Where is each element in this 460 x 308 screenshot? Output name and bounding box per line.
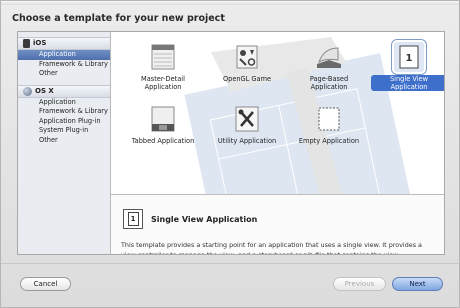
single-view-icon-number: 1: [406, 53, 413, 64]
window-top-edge: [1, 1, 459, 5]
utility-icon: [232, 104, 262, 134]
sidebar-header-osx: OS X: [18, 84, 110, 98]
page-based-icon: [314, 42, 344, 72]
desc-icon-number: 1: [127, 212, 139, 226]
tile-label: Empty Application: [298, 137, 360, 145]
sidebar-header-ios: iOS: [18, 37, 110, 50]
tile-label: Master-Detail Application: [141, 75, 185, 91]
sidebar-item-osx-application-plugin[interactable]: Application Plug-in: [18, 117, 110, 127]
divider: [1, 263, 459, 264]
sidebar-header-label: iOS: [33, 39, 47, 47]
master-detail-icon: [148, 42, 178, 72]
template-master-detail[interactable]: Master-Detail Application: [125, 42, 201, 91]
sidebar-item-osx-application[interactable]: Application: [18, 98, 110, 108]
template-tabbed[interactable]: Tabbed Application: [125, 104, 201, 145]
previous-button[interactable]: Previous: [333, 277, 386, 291]
content-panel: iOS Application Framework & Library Othe…: [17, 31, 445, 255]
platform-sidebar: iOS Application Framework & Library Othe…: [18, 32, 111, 254]
template-grid: Master-Detail Application OpenGL Game Pa…: [111, 32, 444, 254]
sidebar-item-ios-application[interactable]: Application: [18, 50, 110, 60]
sidebar-header-label: OS X: [35, 86, 54, 95]
sidebar-item-ios-framework-library[interactable]: Framework & Library: [18, 60, 110, 70]
sidebar-item-ios-other[interactable]: Other: [18, 69, 110, 79]
iphone-icon: [23, 39, 30, 48]
tabbed-icon: [148, 104, 178, 134]
cancel-button[interactable]: Cancel: [20, 277, 71, 291]
sidebar-item-osx-system-plugin[interactable]: System Plug-in: [18, 126, 110, 136]
next-button[interactable]: Next: [392, 277, 443, 291]
template-single-view[interactable]: 1 Single View Application: [371, 39, 444, 91]
tile-label: Single View Application: [371, 75, 444, 91]
tile-label: Page-Based Application: [309, 75, 349, 91]
template-empty-application[interactable]: Empty Application: [291, 104, 367, 145]
template-chooser-dialog: Choose a template for your new project i…: [0, 0, 460, 308]
opengl-game-icon: [232, 42, 262, 72]
tile-label: Utility Application: [217, 137, 277, 145]
single-view-icon: 1: [123, 209, 143, 229]
description-title: Single View Application: [151, 215, 258, 224]
sidebar-item-osx-framework-library[interactable]: Framework & Library: [18, 107, 110, 117]
template-opengl-game[interactable]: OpenGL Game: [209, 42, 285, 83]
tile-label: OpenGL Game: [222, 75, 272, 83]
osx-icon: [23, 86, 32, 96]
sidebar-item-osx-other[interactable]: Other: [18, 136, 110, 146]
dialog-title: Choose a template for your new project: [12, 13, 225, 24]
empty-app-icon: [314, 104, 344, 134]
description-text: This template provides a starting point …: [121, 241, 422, 255]
template-utility[interactable]: Utility Application: [209, 104, 285, 145]
single-view-icon: 1: [391, 39, 427, 75]
tile-label: Tabbed Application: [131, 137, 195, 145]
template-page-based[interactable]: Page-Based Application: [291, 42, 367, 91]
template-description: 1 Single View Application This template …: [111, 195, 444, 254]
